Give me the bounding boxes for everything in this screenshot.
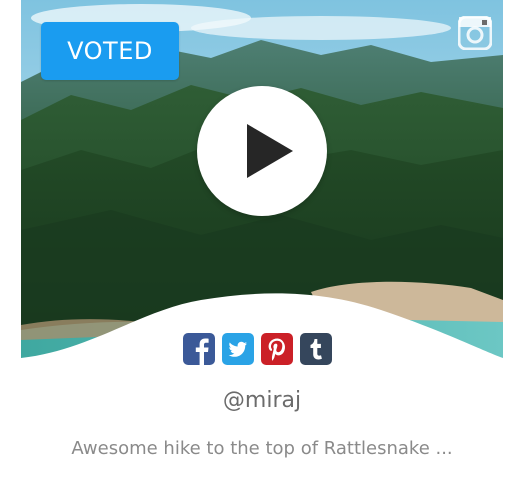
post-caption: Awesome hike to the top of Rattlesnake .…	[71, 438, 453, 459]
play-button[interactable]	[197, 86, 327, 216]
pinterest-share-button[interactable]	[261, 333, 293, 365]
pinterest-icon	[261, 333, 293, 365]
play-icon	[247, 124, 293, 178]
facebook-share-button[interactable]	[183, 333, 215, 365]
instagram-icon[interactable]	[457, 15, 493, 51]
share-buttons	[183, 333, 332, 365]
facebook-icon	[183, 333, 215, 365]
twitter-icon	[222, 333, 254, 365]
tumblr-share-button[interactable]	[300, 333, 332, 365]
tumblr-icon	[300, 333, 332, 365]
voted-badge: VOTED	[41, 22, 179, 80]
video-card: VOTED @miraj Awesome hike to the top of …	[21, 0, 503, 482]
twitter-share-button[interactable]	[222, 333, 254, 365]
post-username[interactable]: @miraj	[21, 388, 503, 413]
wave-divider	[21, 293, 503, 380]
